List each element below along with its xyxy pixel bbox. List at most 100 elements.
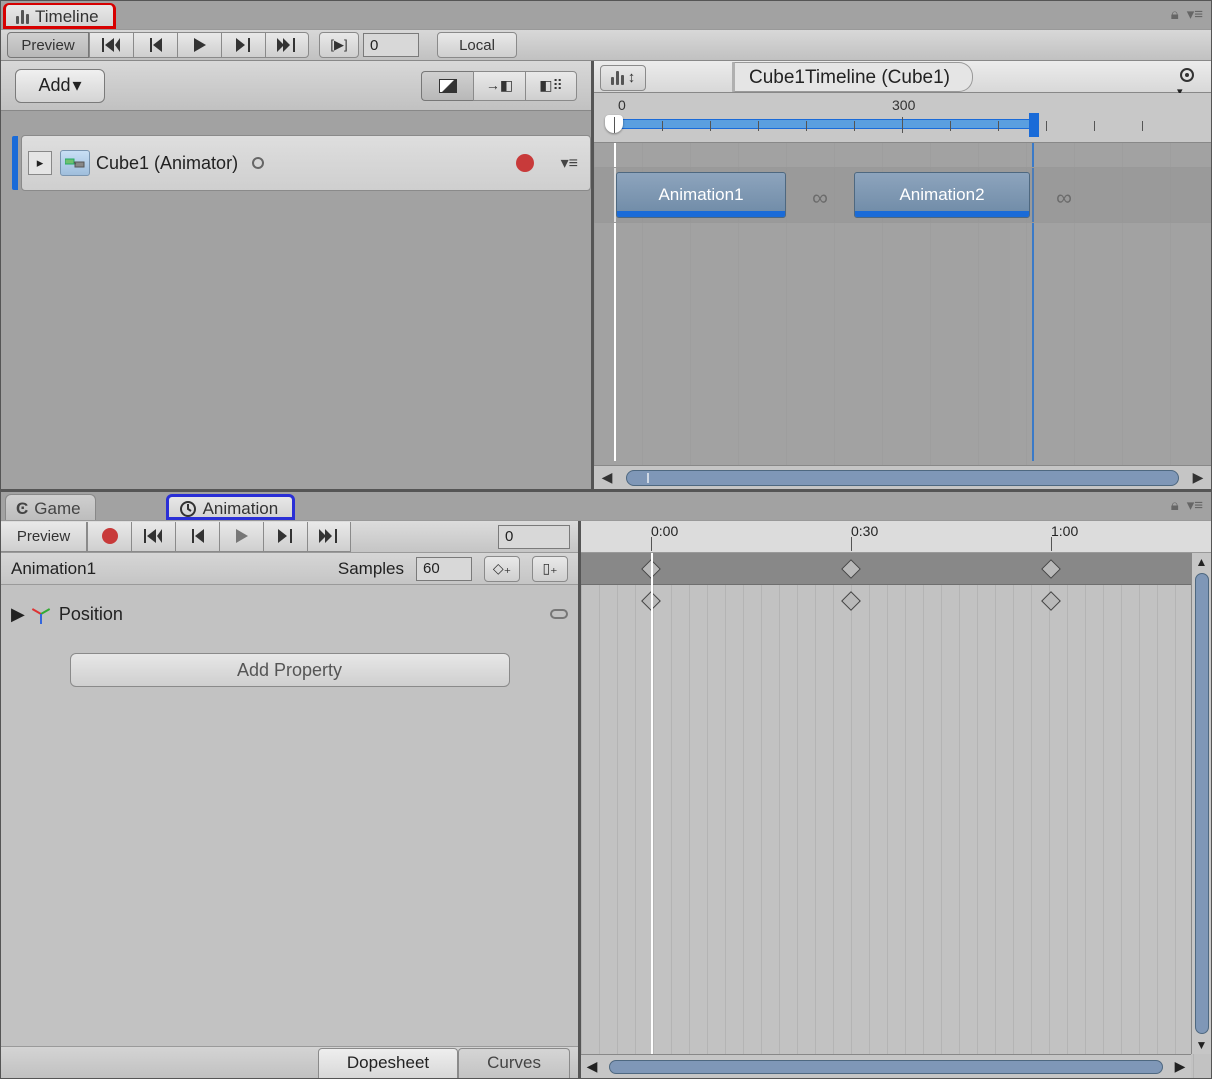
add-label: Add	[38, 75, 70, 96]
track-menu-icon[interactable]: ▾≡	[561, 153, 578, 173]
add-property-label: Add Property	[237, 660, 342, 681]
timeline-clip-area[interactable]: Animation1 ∞ Animation2 ∞ ◀ ▶	[594, 143, 1211, 489]
timeline-secondary-toolbar: Add ▾ →◧ ◧⠿	[1, 61, 591, 111]
go-start-button[interactable]	[89, 32, 133, 58]
track-cube1-animator[interactable]: ▸ Cube1 (Animator) ▾≡	[21, 135, 591, 191]
edit-mode-replace-button[interactable]: ◧⠿	[525, 71, 577, 101]
anim-go-end-button[interactable]	[307, 522, 351, 552]
anim-next-key-button[interactable]	[263, 522, 307, 552]
play-button[interactable]	[177, 32, 221, 58]
tab-animation[interactable]: Animation	[166, 494, 296, 520]
tabmenu-icon[interactable]: ▾≡	[1187, 496, 1203, 514]
tab-game[interactable]: Ͼ Game	[5, 494, 96, 520]
scroll-left-icon[interactable]: ◀	[581, 1058, 603, 1075]
clip-label: Animation2	[899, 185, 984, 205]
property-position[interactable]: ▶ Position	[11, 599, 568, 629]
preview-button[interactable]: Preview	[7, 32, 89, 58]
timeline-asset-tab[interactable]: Cube1Timeline (Cube1)	[732, 62, 973, 92]
track-target-icon[interactable]	[252, 157, 264, 169]
tab-dopesheet[interactable]: Dopesheet	[318, 1048, 458, 1078]
go-start-icon	[102, 38, 122, 52]
property-label: Position	[59, 604, 123, 625]
clip-animation2[interactable]: Animation2	[854, 172, 1030, 218]
tab-game-label: Game	[34, 499, 80, 519]
timeline-markers-button[interactable]: ↕	[600, 65, 646, 91]
play-icon	[194, 38, 206, 52]
timeline-asset-header: ↕ Cube1Timeline (Cube1) ▾	[594, 61, 1211, 93]
add-property-button[interactable]: Add Property	[70, 653, 510, 687]
animation-lockrow: 🔒︎ ▾≡	[1171, 496, 1203, 514]
play-icon	[236, 529, 248, 543]
gear-icon	[1177, 65, 1197, 85]
anim-go-start-button[interactable]	[131, 522, 175, 552]
animation-toolbar: Preview	[1, 521, 578, 553]
edit-mode-ripple-button[interactable]: →◧	[473, 71, 525, 101]
animator-chip-icon	[60, 150, 90, 176]
scroll-up-icon[interactable]: ▲	[1196, 555, 1208, 569]
go-end-button[interactable]	[265, 32, 309, 58]
tabmenu-icon[interactable]: ▾≡	[1187, 5, 1203, 23]
timeline-hscrollbar[interactable]: ◀ ▶	[594, 465, 1211, 489]
timeline-panel: Timeline 🔒︎ ▾≡ Preview	[1, 1, 1211, 492]
dopesheet-grid	[581, 553, 1211, 1078]
anim-prev-key-button[interactable]	[175, 522, 219, 552]
anim-frame-field[interactable]: 0	[498, 525, 570, 549]
clip-animation1[interactable]: Animation1	[616, 172, 786, 218]
samples-field[interactable]: 60	[416, 557, 472, 581]
scroll-right-icon[interactable]: ▶	[1185, 469, 1211, 486]
anim-record-button[interactable]	[87, 522, 131, 552]
playrange-icon: [▶]	[330, 37, 347, 53]
expand-icon[interactable]: ▶	[11, 604, 25, 625]
animation-panel: Ͼ Game Animation 🔒︎ ▾≡ Preview	[1, 492, 1211, 1078]
lock-icon[interactable]: 🔒︎	[1171, 6, 1179, 23]
tab-curves[interactable]: Curves	[458, 1048, 570, 1078]
clip-loop-icon: ∞	[790, 182, 850, 214]
animation-dopesheet-area[interactable]: ▲ ▼ ◀ ▶	[581, 553, 1211, 1078]
animation-vscrollbar[interactable]: ▲ ▼	[1191, 553, 1211, 1054]
add-keyframe-button[interactable]: ◇₊	[484, 556, 520, 582]
go-end-icon	[319, 529, 339, 543]
scroll-down-icon[interactable]: ▼	[1196, 1038, 1208, 1052]
timeline-ruler[interactable]: 0 300	[594, 93, 1211, 143]
track-record-button[interactable]	[516, 154, 534, 172]
dopesheet-label: Dopesheet	[347, 1053, 429, 1072]
timeline-clip-area-panel: ↕ Cube1Timeline (Cube1) ▾ 0 300	[594, 61, 1211, 489]
frame-field[interactable]: 0	[363, 33, 419, 57]
scroll-right-icon[interactable]: ▶	[1169, 1058, 1191, 1075]
tab-timeline[interactable]: Timeline	[3, 3, 116, 29]
scroll-thumb[interactable]	[626, 470, 1179, 486]
anim-preview-button[interactable]: Preview	[1, 522, 87, 552]
animation-cliprow: Animation1 Samples 60 ◇₊ ▯₊	[1, 553, 578, 585]
add-track-button[interactable]: Add ▾	[15, 69, 105, 103]
animation-ruler[interactable]: 0:00 0:30 1:00	[581, 521, 1211, 553]
lock-icon[interactable]: 🔒︎	[1171, 497, 1179, 514]
record-icon	[102, 528, 118, 544]
animation-view-tabs: Dopesheet Curves	[1, 1046, 578, 1078]
timeline-icon	[16, 10, 29, 24]
samples-value: 60	[423, 560, 440, 577]
clip-dropdown[interactable]: Animation1	[11, 559, 96, 579]
next-frame-button[interactable]	[221, 32, 265, 58]
clip-name: Animation1	[11, 559, 96, 578]
anim-preview-label: Preview	[17, 528, 70, 545]
dopesheet-property-row	[581, 585, 1191, 617]
edit-mode-mix-button[interactable]	[421, 71, 473, 101]
dropdown-caret-icon: ↕	[628, 69, 636, 86]
add-event-button[interactable]: ▯₊	[532, 556, 568, 582]
clip-label: Animation1	[658, 185, 743, 205]
property-key-icon[interactable]	[550, 609, 568, 619]
animation-dopesheet-panel: 0:00 0:30 1:00	[581, 521, 1211, 1078]
playrange-button[interactable]: [▶]	[319, 32, 359, 58]
timeline-playend-handle[interactable]	[1029, 113, 1039, 137]
scroll-left-icon[interactable]: ◀	[594, 469, 620, 486]
animation-left-panel: Preview	[1, 521, 581, 1078]
local-label: Local	[459, 37, 495, 54]
scroll-thumb[interactable]	[1195, 573, 1209, 1034]
local-global-toggle[interactable]: Local	[437, 32, 517, 58]
anim-frame-value: 0	[505, 528, 513, 545]
animation-hscrollbar[interactable]: ◀ ▶	[581, 1054, 1191, 1078]
timeline-playrange-bar[interactable]	[608, 119, 1034, 129]
anim-play-button[interactable]	[219, 522, 263, 552]
prev-frame-button[interactable]	[133, 32, 177, 58]
scroll-thumb[interactable]	[609, 1060, 1163, 1074]
